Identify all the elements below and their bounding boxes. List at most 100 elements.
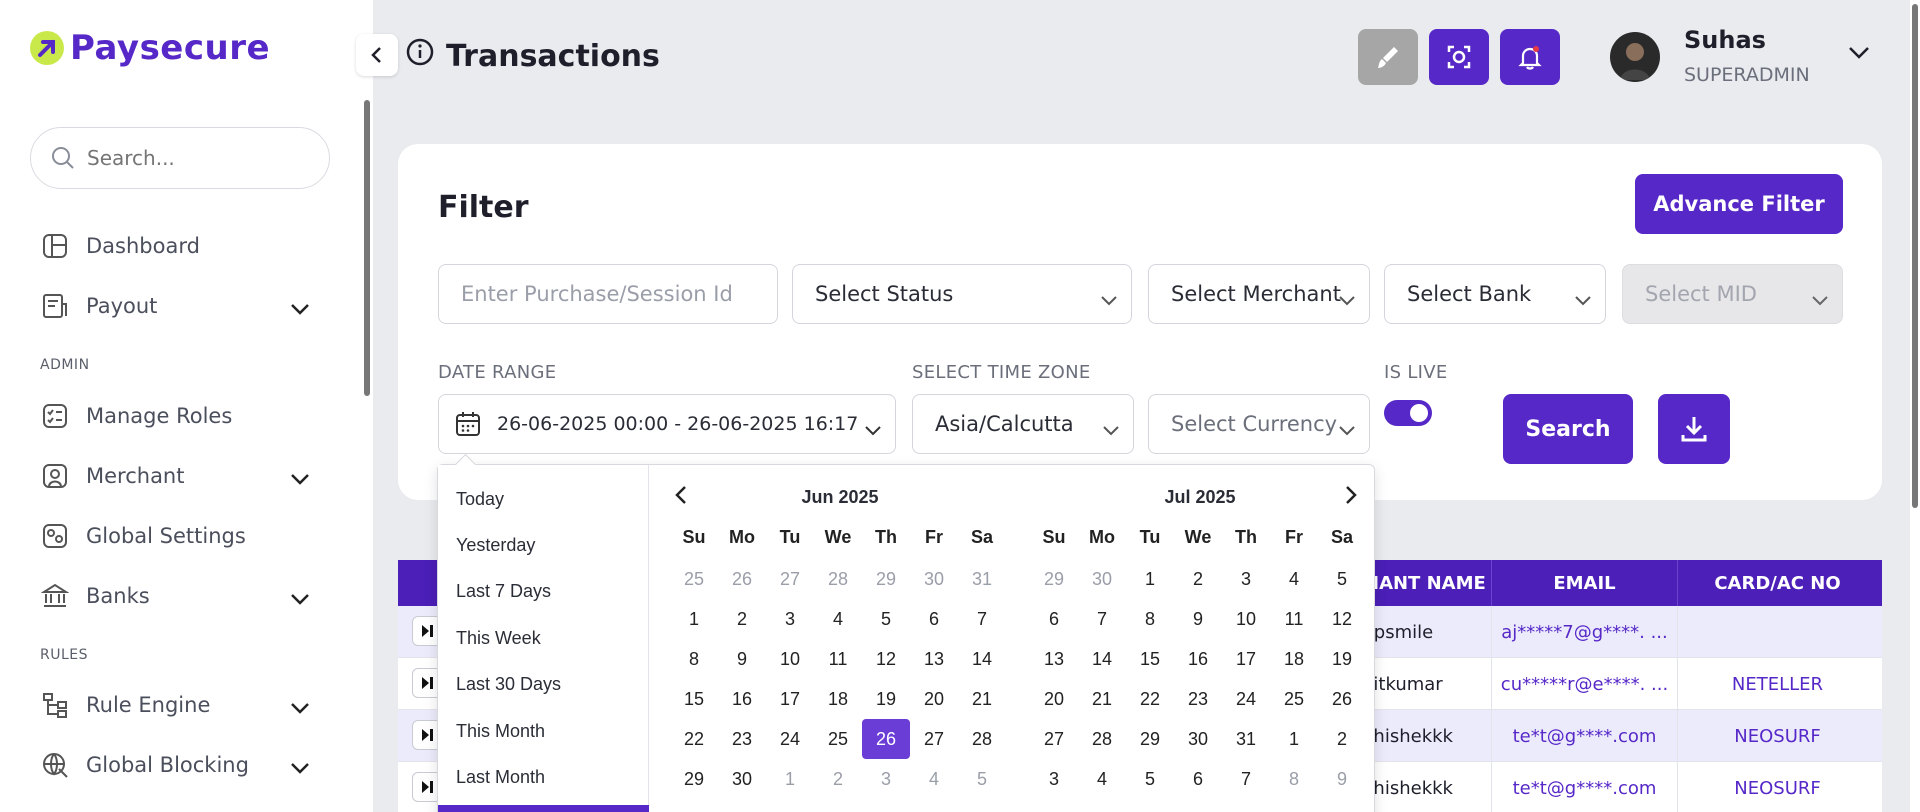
calendar-day[interactable]: 28	[814, 559, 862, 599]
range-last-30-days[interactable]: Last 30 Days	[456, 674, 561, 695]
calendar-day[interactable]: 21	[1078, 679, 1126, 719]
calendar-day[interactable]: 30	[1078, 559, 1126, 599]
chevron-down-icon[interactable]	[290, 466, 310, 490]
range-last-7-days[interactable]: Last 7 Days	[456, 581, 551, 602]
calendar-day[interactable]: 30	[718, 759, 766, 799]
calendar-day[interactable]: 3	[1222, 559, 1270, 599]
calendar-day[interactable]: 23	[718, 719, 766, 759]
range-this-month[interactable]: This Month	[456, 721, 545, 742]
calendar-day[interactable]: 30	[1174, 719, 1222, 759]
calendar-day[interactable]: 12	[862, 639, 910, 679]
range-yesterday[interactable]: Yesterday	[456, 535, 535, 556]
cell-email[interactable]: aj*****7@g****. ...	[1491, 606, 1677, 658]
calendar-day[interactable]: 4	[1078, 759, 1126, 799]
calendar-day[interactable]: 3	[1030, 759, 1078, 799]
brand-logo[interactable]: Paysecure	[30, 28, 270, 68]
calendar-day[interactable]: 26	[862, 719, 910, 759]
calendar-day[interactable]: 22	[1126, 679, 1174, 719]
calendar-day[interactable]: 29	[670, 759, 718, 799]
calendar-day[interactable]: 6	[1174, 759, 1222, 799]
calendar-day[interactable]: 7	[958, 599, 1006, 639]
calendar-day[interactable]: 1	[1126, 559, 1174, 599]
calendar-day[interactable]: 9	[718, 639, 766, 679]
calendar-day[interactable]: 3	[862, 759, 910, 799]
sidebar-item-global-blocking[interactable]: Global Blocking	[40, 745, 310, 785]
calendar-day[interactable]: 24	[766, 719, 814, 759]
calendar-day[interactable]: 25	[670, 559, 718, 599]
calendar-day[interactable]: 6	[910, 599, 958, 639]
purchase-id-input[interactable]: Enter Purchase/Session Id	[438, 264, 778, 324]
screenshot-button[interactable]	[1429, 29, 1489, 85]
search-button[interactable]: Search	[1503, 394, 1633, 464]
sidebar-item-payout[interactable]: Payout	[40, 286, 310, 326]
notifications-button[interactable]	[1500, 29, 1560, 85]
calendar-day[interactable]: 11	[1270, 599, 1318, 639]
calendar-day[interactable]: 9	[1318, 759, 1366, 799]
next-month-icon[interactable]	[1344, 485, 1358, 509]
calendar-day[interactable]: 2	[1174, 559, 1222, 599]
calendar-day[interactable]: 17	[1222, 639, 1270, 679]
avatar[interactable]	[1610, 32, 1660, 82]
calendar-day[interactable]: 13	[910, 639, 958, 679]
calendar-day[interactable]: 20	[910, 679, 958, 719]
calendar-day[interactable]: 11	[814, 639, 862, 679]
calendar-day[interactable]: 12	[1318, 599, 1366, 639]
page-scrollbar-thumb[interactable]	[1912, 4, 1918, 508]
cell-email[interactable]: cu*****r@e****. ...	[1491, 658, 1677, 710]
calendar-day[interactable]: 16	[718, 679, 766, 719]
calendar-day[interactable]: 2	[1318, 719, 1366, 759]
currency-select[interactable]: Select Currency	[1148, 394, 1370, 454]
calendar-day[interactable]: 14	[958, 639, 1006, 679]
status-select[interactable]: Select Status	[792, 264, 1132, 324]
calendar-day[interactable]: 2	[718, 599, 766, 639]
calendar-day[interactable]: 8	[1270, 759, 1318, 799]
calendar-day[interactable]: 1	[670, 599, 718, 639]
calendar-day[interactable]: 29	[1030, 559, 1078, 599]
sidebar-scrollbar[interactable]	[364, 100, 370, 396]
calendar-day[interactable]: 22	[670, 719, 718, 759]
range-this-week[interactable]: This Week	[456, 628, 541, 649]
info-icon[interactable]	[406, 38, 434, 74]
calendar-day[interactable]: 4	[1270, 559, 1318, 599]
calendar-day[interactable]: 28	[958, 719, 1006, 759]
calendar-day[interactable]: 23	[1174, 679, 1222, 719]
calendar-day[interactable]: 25	[814, 719, 862, 759]
calendar-day[interactable]: 6	[1030, 599, 1078, 639]
calendar-day[interactable]: 10	[766, 639, 814, 679]
chevron-down-icon[interactable]	[290, 586, 310, 610]
calendar-day[interactable]: 7	[1078, 599, 1126, 639]
calendar-day[interactable]: 19	[862, 679, 910, 719]
calendar-day[interactable]: 27	[766, 559, 814, 599]
calendar-day[interactable]: 5	[1126, 759, 1174, 799]
calendar-day[interactable]: 14	[1078, 639, 1126, 679]
sidebar-item-dashboard[interactable]: Dashboard	[40, 226, 310, 266]
calendar-day[interactable]: 13	[1030, 639, 1078, 679]
calendar-day[interactable]: 10	[1222, 599, 1270, 639]
calendar-day[interactable]: 17	[766, 679, 814, 719]
calendar-day[interactable]: 29	[862, 559, 910, 599]
user-menu-chevron-icon[interactable]	[1848, 45, 1870, 64]
calendar-day[interactable]: 4	[910, 759, 958, 799]
range-last-month[interactable]: Last Month	[456, 767, 545, 788]
calendar-day[interactable]: 1	[1270, 719, 1318, 759]
merchant-select[interactable]: Select Merchant	[1148, 264, 1370, 324]
calendar-day[interactable]: 5	[958, 759, 1006, 799]
date-range-picker[interactable]: 26-06-2025 00:00 - 26-06-2025 16:17	[438, 394, 896, 454]
calendar-day[interactable]: 24	[1222, 679, 1270, 719]
sidebar-item-rule-engine[interactable]: Rule Engine	[40, 685, 310, 725]
calendar-day[interactable]: 15	[1126, 639, 1174, 679]
calendar-day[interactable]: 2	[814, 759, 862, 799]
calendar-day[interactable]: 16	[1174, 639, 1222, 679]
calendar-day[interactable]: 9	[1174, 599, 1222, 639]
calendar-day[interactable]: 27	[910, 719, 958, 759]
sidebar-item-merchant[interactable]: Merchant	[40, 456, 310, 496]
sidebar-item-manage-roles[interactable]: Manage Roles	[40, 396, 310, 436]
chevron-down-icon[interactable]	[290, 296, 310, 320]
calendar-day[interactable]: 7	[1222, 759, 1270, 799]
calendar-day[interactable]: 8	[1126, 599, 1174, 639]
chevron-down-icon[interactable]	[290, 695, 310, 719]
range-today[interactable]: Today	[456, 489, 504, 510]
calendar-day[interactable]: 18	[814, 679, 862, 719]
calendar-day[interactable]: 5	[862, 599, 910, 639]
calendar-day[interactable]: 1	[766, 759, 814, 799]
